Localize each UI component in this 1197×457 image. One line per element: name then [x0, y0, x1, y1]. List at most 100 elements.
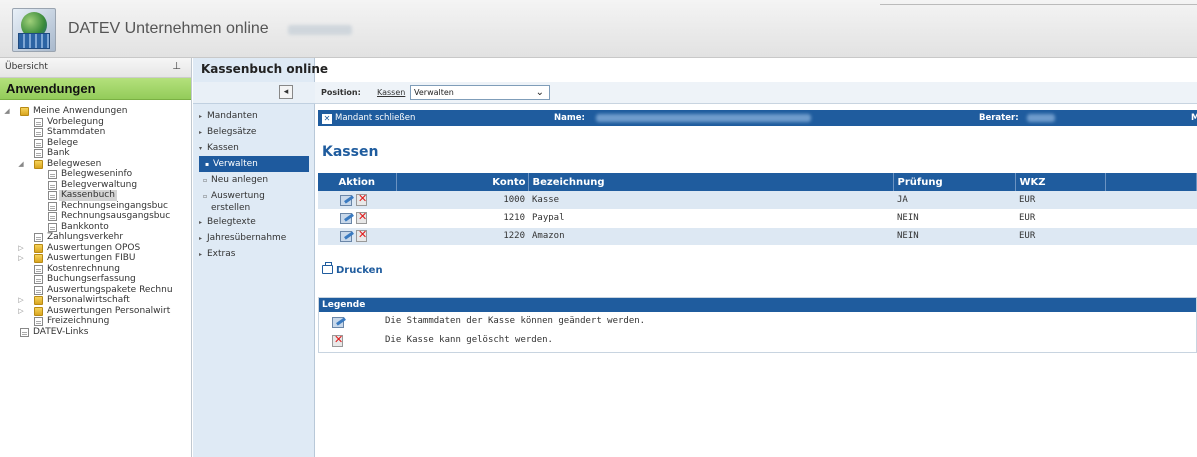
nav-item[interactable]: ▸ Belegtexte: [197, 214, 315, 230]
tree-item[interactable]: ◢ Belegwesen: [0, 159, 191, 170]
position-select-value: Verwalten: [414, 88, 454, 97]
app-header: DATEV Unternehmen online: [0, 0, 1197, 58]
legend-row-edit: Die Stammdaten der Kasse können geändert…: [319, 312, 1196, 331]
tree-item[interactable]: Freizeichnung: [0, 316, 191, 327]
cell-empty: [1105, 209, 1197, 228]
application-tree: ◢ Meine Anwendungen Vorbelegung Stammdaten B…: [0, 100, 191, 337]
tree-item-label: Bankkonto: [61, 221, 109, 232]
column-header-pruefung[interactable]: Prüfung: [893, 173, 1016, 191]
tree-item[interactable]: DATEV-Links: [0, 327, 191, 338]
cell-pruefung: JA: [893, 191, 1015, 210]
applications-header[interactable]: Anwendungen: [0, 78, 191, 100]
column-header-konto[interactable]: Konto: [396, 173, 529, 191]
nav-item[interactable]: ▪ Verwalten: [199, 156, 309, 172]
document-icon: [34, 264, 43, 274]
folder-icon: [34, 296, 43, 305]
delete-icon[interactable]: [356, 210, 368, 224]
nav-item-label: Kassen: [207, 143, 239, 153]
document-icon: [48, 180, 57, 190]
pin-icon[interactable]: ⊥: [172, 61, 181, 72]
tree-item[interactable]: Bank: [0, 148, 191, 159]
tree-item[interactable]: Rechnungseingangsbuc: [0, 201, 191, 212]
nav-marker-icon: ▾: [199, 145, 203, 152]
expand-toggle-icon[interactable]: ▷: [17, 295, 25, 306]
edit-icon[interactable]: [340, 230, 353, 242]
tree-item[interactable]: ▷ Personalwirtschaft: [0, 295, 191, 306]
nav-item-label: Extras: [207, 249, 236, 259]
tree-item-label: Stammdaten: [47, 127, 106, 137]
tree-item[interactable]: ▷ Auswertungen OPOS: [0, 243, 191, 254]
nav-item[interactable]: ▸ Extras: [197, 246, 315, 262]
folder-icon: [34, 254, 43, 263]
content-title-bar: [315, 58, 1197, 82]
nav-item[interactable]: ▫ Neu anlegen: [197, 172, 315, 188]
mandant-bar: ✕ Mandant schließen Name: Berater: M: [318, 110, 1197, 126]
tree-item[interactable]: Zahlungsverkehr: [0, 232, 191, 243]
tree-item[interactable]: ◢ Meine Anwendungen: [0, 106, 191, 117]
tree-item[interactable]: Buchungserfassung: [0, 274, 191, 285]
user-name-redacted: [288, 25, 352, 35]
tree-item[interactable]: Vorbelegung: [0, 117, 191, 128]
nav-marker-icon: ▪: [205, 161, 210, 168]
tree-item-label: Belegverwaltung: [61, 179, 138, 190]
tree-item[interactable]: Rechnungsausgangsbuc: [0, 211, 191, 222]
tree-item-label: Kostenrechnung: [47, 263, 120, 274]
delete-icon[interactable]: [356, 228, 368, 242]
document-icon: [48, 191, 57, 200]
tree-item[interactable]: Kassenbuch: [0, 190, 191, 201]
nav-marker-icon: ▸: [199, 129, 203, 136]
nav-marker-icon: ▫: [203, 193, 208, 200]
expand-toggle-icon[interactable]: ▷: [17, 253, 25, 264]
tree-item-label: Bank: [47, 148, 70, 158]
column-header-bezeichnung[interactable]: Bezeichnung: [528, 173, 894, 191]
tree-item-label: Auswertungen FIBU: [47, 253, 136, 263]
collapse-panel-button[interactable]: ◂: [279, 85, 293, 99]
app-title: DATEV Unternehmen online: [68, 20, 269, 37]
table-row: 1220AmazonNEINEUR: [318, 227, 1197, 246]
nav-item[interactable]: ▸ Jahresübernahme: [197, 230, 315, 246]
legend-edit-text: Die Stammdaten der Kasse können geändert…: [385, 316, 646, 326]
document-icon: [34, 233, 43, 242]
expand-toggle-icon[interactable]: ▷: [17, 243, 25, 254]
name-value-redacted: [596, 114, 811, 122]
cell-bezeichnung: Amazon: [528, 227, 893, 246]
folder-icon: [34, 243, 43, 253]
tree-item[interactable]: Belegverwaltung: [0, 180, 191, 191]
document-icon: [48, 170, 57, 179]
nav-item-label: Mandanten: [207, 111, 258, 121]
edit-icon[interactable]: [340, 212, 353, 224]
column-header-empty: [1105, 173, 1197, 191]
tree-item[interactable]: Auswertungspakete Rechnu: [0, 285, 191, 296]
overview-header: Übersicht ⊥: [0, 58, 191, 78]
edit-icon[interactable]: [340, 194, 353, 206]
collapse-toggle-icon[interactable]: ◢: [3, 106, 11, 117]
tree-item-label: Freizeichnung: [47, 316, 110, 326]
tree-item[interactable]: ▷ Auswertungen Personalwirt: [0, 306, 191, 317]
tree-item[interactable]: Stammdaten: [0, 127, 191, 138]
berater-value-redacted: [1027, 114, 1055, 122]
tree-item[interactable]: Belegweseninfo: [0, 169, 191, 180]
close-mandant-button[interactable]: ✕ Mandant schließen: [322, 113, 415, 124]
mandant-bar-trailing: M: [1191, 113, 1197, 123]
cell-pruefung: NEIN: [893, 209, 1015, 228]
print-button[interactable]: Drucken: [322, 262, 383, 276]
cell-wkz: EUR: [1015, 191, 1105, 210]
nav-item[interactable]: ▸ Belegsätze: [197, 124, 315, 140]
tree-item[interactable]: ▷ Auswertungen FIBU: [0, 253, 191, 264]
tree-item[interactable]: Belege: [0, 138, 191, 149]
delete-icon[interactable]: [356, 192, 368, 206]
position-select[interactable]: Verwalten ⌄: [410, 85, 550, 100]
header-divider: [880, 4, 1197, 5]
tree-item[interactable]: Bankkonto: [0, 222, 191, 233]
collapse-toggle-icon[interactable]: ◢: [17, 159, 25, 170]
expand-toggle-icon[interactable]: ▷: [17, 306, 25, 317]
nav-item[interactable]: ▸ Mandanten: [197, 108, 315, 124]
position-link-kassen[interactable]: Kassen: [377, 88, 405, 97]
nav-item-label: Neu anlegen: [211, 175, 269, 185]
tree-item[interactable]: Kostenrechnung: [0, 264, 191, 275]
name-label: Name:: [554, 113, 585, 123]
nav-item[interactable]: ▫ Auswertung erstellen: [197, 188, 315, 214]
nav-item[interactable]: ▾ Kassen: [197, 140, 315, 156]
tree-item-label: Belege: [47, 137, 78, 148]
column-header-wkz[interactable]: WKZ: [1015, 173, 1106, 191]
